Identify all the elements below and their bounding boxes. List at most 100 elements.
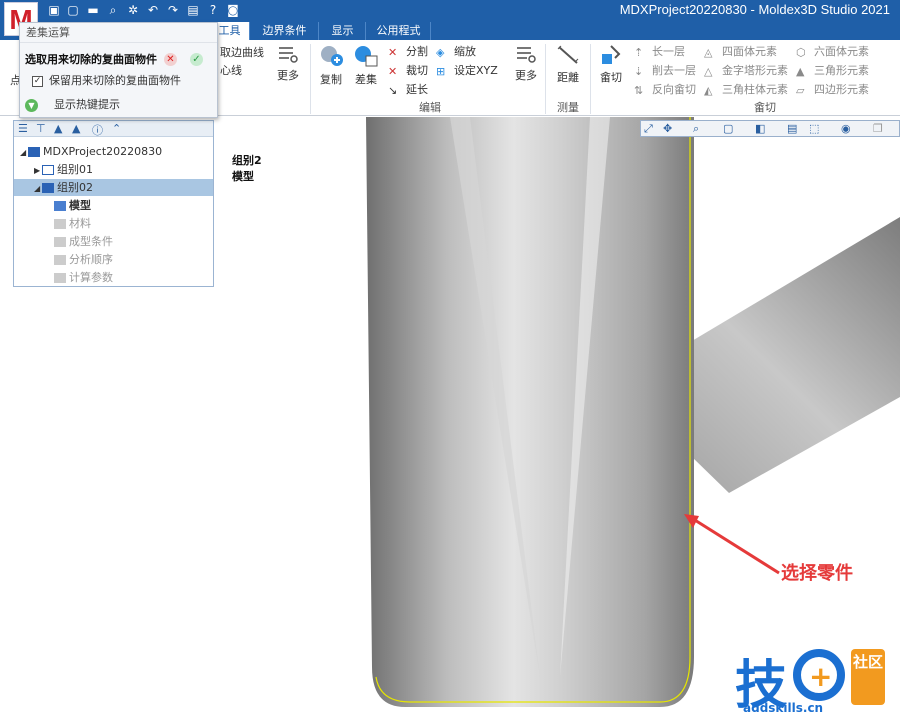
extract-edge-button[interactable]: 取边曲线 [220, 44, 264, 60]
group-icon [42, 183, 54, 193]
viewport-group-label: 组别2 [232, 154, 262, 167]
hotkey-toggle-icon[interactable]: ▼ [25, 98, 38, 112]
fit-view-icon[interactable]: ⤢ [644, 122, 653, 136]
cylinder-part[interactable] [366, 117, 694, 707]
quad-element-button[interactable]: ▱ 四边形元素 [796, 81, 869, 97]
params-icon [54, 273, 66, 283]
tree-node-process-label: 成型条件 [69, 235, 113, 248]
more-label-2: 更多 [515, 69, 537, 82]
subtract-icon [355, 46, 378, 67]
more-button-2[interactable]: 更多 [508, 44, 544, 83]
help-icon[interactable]: ? [206, 3, 220, 17]
camera-icon[interactable]: ◙ [226, 3, 240, 17]
collapse-icon[interactable]: ⌃ [112, 122, 121, 135]
undo-icon[interactable]: ↶ [146, 3, 160, 17]
more-button-1[interactable]: 更多 [270, 44, 306, 83]
save-icon[interactable]: ▣ [47, 3, 61, 17]
copy-button[interactable]: 复制 [313, 44, 349, 87]
triangle-icon: ▲ [796, 65, 805, 78]
visibility-icon[interactable]: ◉ [841, 122, 851, 135]
model-icon [54, 201, 66, 211]
split-button[interactable]: ✕ 分割 [388, 43, 428, 59]
xyz-icon: ⊞ [436, 65, 446, 78]
centerline-button[interactable]: 心线 [220, 62, 242, 78]
split-icon: ✕ [388, 46, 398, 59]
trim-icon: ✕ [388, 65, 398, 78]
tree-node-process[interactable]: 成型条件 [54, 233, 113, 250]
more-label-1: 更多 [277, 69, 299, 82]
tree-node-model[interactable]: 模型 [54, 197, 91, 214]
mold-icon[interactable]: ▲ [54, 122, 62, 135]
tree-node-project-label: MDXProject20220830 [43, 145, 163, 158]
watermark-url: addskills.cn [743, 701, 824, 715]
new-icon[interactable]: ▢ [66, 3, 80, 17]
pan-icon[interactable]: ✥ [663, 122, 672, 135]
tab-display[interactable]: 显示 [320, 22, 366, 40]
part-icon[interactable]: ▲ [72, 122, 80, 135]
tree-node-params[interactable]: 计算参数 [54, 269, 113, 286]
tree-toolbar: ☰ ⊤ ▲ ▲ ⓘ ⌃ [14, 121, 213, 137]
subtract-button[interactable]: 差集 [348, 44, 384, 87]
confirm-icon[interactable]: ✓ [190, 53, 203, 66]
material-icon [54, 219, 66, 229]
find-icon[interactable]: ⌕ [106, 3, 120, 17]
keep-surface-row[interactable]: ✓ 保留用来切除的复曲面物件 [20, 71, 217, 91]
pyramid-label: 金字塔形元素 [722, 64, 788, 77]
page-icon[interactable]: ▤ [787, 122, 797, 135]
tree-node-group02[interactable]: ◢ 组别02 [14, 179, 213, 196]
hotkey-row[interactable]: ▼ 显示热键提示 [20, 95, 217, 115]
hierarchy-icon[interactable]: ⊤ [36, 122, 46, 135]
open-icon[interactable]: ▬ [86, 3, 100, 17]
expand-icon[interactable]: ◢ [34, 180, 42, 197]
shave-layer-button[interactable]: ⇣ 削去一层 [634, 62, 696, 78]
cancel-icon[interactable]: ✕ [164, 53, 177, 66]
scale-button[interactable]: ◈ 缩放 [436, 43, 476, 59]
trim-button[interactable]: ✕ 裁切 [388, 62, 428, 78]
viewport-model-label: 模型 [232, 170, 254, 183]
expand-icon[interactable]: ◢ [20, 144, 28, 161]
redo-icon[interactable]: ↷ [166, 3, 180, 17]
set-xyz-button[interactable]: ⊞ 设定XYZ [436, 62, 498, 78]
cube-view-icon[interactable]: ◧ [755, 122, 765, 135]
zoom-icon[interactable]: ⌕ [693, 122, 699, 136]
gear-icon[interactable]: ✲ [126, 3, 140, 17]
extend-button[interactable]: ↘ 延长 [388, 81, 428, 97]
tree-node-sequence[interactable]: 分析顺序 [54, 251, 113, 268]
distance-button[interactable]: 距離 [550, 44, 586, 85]
tetra-element-button[interactable]: ◬ 四面体元素 [704, 43, 777, 59]
hexa-element-button[interactable]: ⬡ 六面体元素 [796, 43, 869, 59]
pyramid-element-button[interactable]: △ 金字塔形元素 [704, 62, 788, 78]
set-xyz-label: 设定XYZ [454, 64, 498, 77]
dice-tool-icon [602, 45, 621, 64]
dice-label: 畲切 [600, 71, 622, 84]
hotkey-label: 显示热键提示 [54, 98, 120, 111]
report-icon[interactable]: ▤ [186, 3, 200, 17]
subtract-popup: 差集运算 选取用来切除的复曲面物件 ✕ ✓ ✓ 保留用来切除的复曲面物件 ▼ 显示热… [19, 22, 218, 118]
layers-icon[interactable]: ❐ [873, 122, 883, 135]
plus-circle-icon: + [793, 649, 845, 701]
annotation-arrow [689, 515, 780, 575]
dice-button[interactable]: 畲切 [593, 44, 629, 85]
window-view-icon[interactable]: ▢ [723, 122, 733, 135]
tree-node-group01[interactable]: ▶ 组别01 [34, 161, 93, 178]
triangle-element-button[interactable]: ▲ 三角形元素 [796, 62, 869, 78]
tree-node-group01-label: 组别01 [57, 163, 93, 176]
3d-viewport[interactable]: ⤢ ✥ ⌕ ▢ ◧ ▤ ⬚ ◉ ❐ ☰ ⊤ ▲ ▲ ⓘ ⌃ ◢ MDXProjec… [0, 117, 900, 718]
tree-view-icon[interactable]: ☰ [18, 122, 28, 135]
reverse-dice-button[interactable]: ⇅ 反向畲切 [634, 81, 696, 97]
select-all-icon[interactable]: ⬚ [809, 122, 819, 135]
prism-element-button[interactable]: ◭ 三角柱体元素 [704, 81, 788, 97]
expand-icon[interactable]: ▶ [34, 162, 42, 179]
keep-surface-checkbox[interactable]: ✓ [32, 75, 43, 87]
tab-boundary[interactable]: 边界条件 [251, 22, 319, 40]
info-icon[interactable]: ⓘ [92, 122, 103, 138]
shave-layer-icon: ⇣ [634, 65, 644, 78]
watermark: 技 + 社区 addskills.cn [735, 641, 900, 717]
tree-node-project[interactable]: ◢ MDXProject20220830 [20, 143, 162, 160]
tree-node-params-label: 计算参数 [69, 271, 113, 284]
tab-utilities[interactable]: 公用程式 [367, 22, 431, 40]
group-edit-label: 编辑 [419, 101, 441, 114]
tree-node-material[interactable]: 材料 [54, 215, 91, 232]
grow-layer-button[interactable]: ⇡ 长一层 [634, 43, 685, 59]
reverse-dice-icon: ⇅ [634, 84, 644, 97]
